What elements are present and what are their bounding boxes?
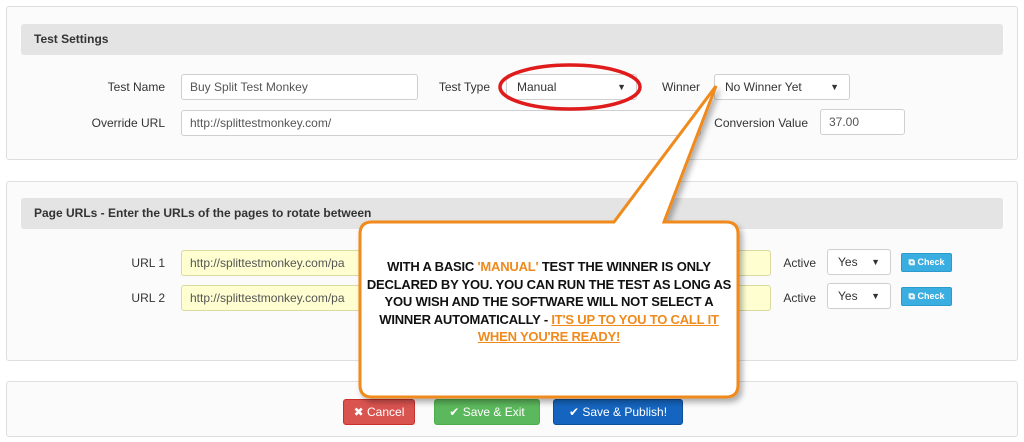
callout-text: WITH A BASIC 'MANUAL' TEST THE WINNER IS…	[363, 258, 735, 346]
speech-bubble	[358, 85, 740, 399]
callout-part1: WITH A BASIC	[387, 259, 478, 274]
callout-highlight: 'MANUAL'	[477, 259, 539, 274]
highlight-ring	[498, 63, 642, 111]
annotation-overlay	[358, 63, 740, 399]
